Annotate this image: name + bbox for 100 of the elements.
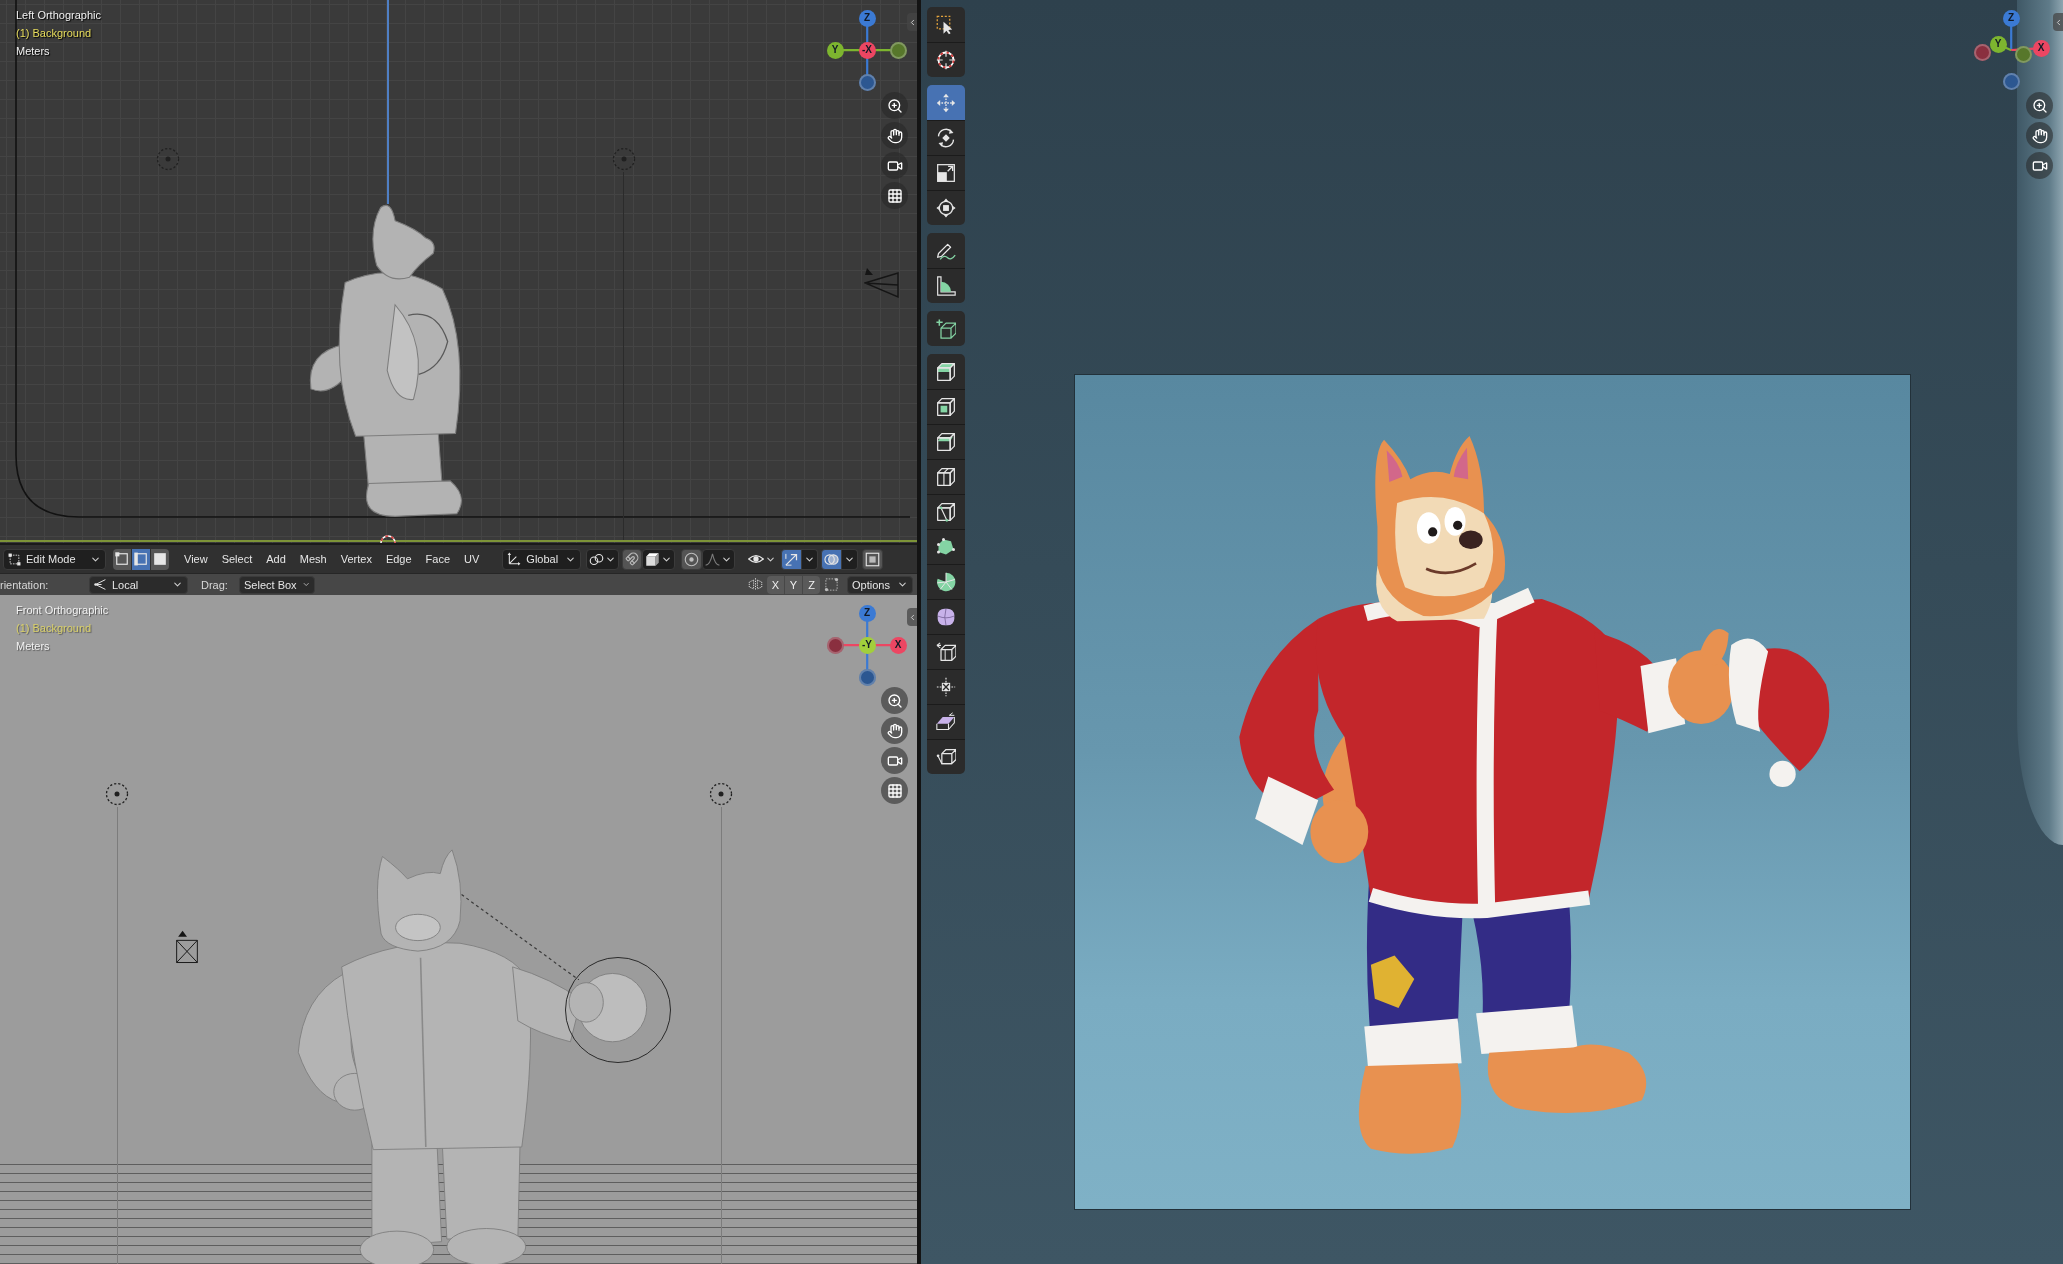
header-toggle-button[interactable] bbox=[781, 548, 803, 570]
axis-ball[interactable]: Z bbox=[858, 604, 876, 622]
camera-view-button[interactable] bbox=[881, 747, 908, 774]
grid-icon bbox=[886, 187, 903, 204]
navigation-gizmo[interactable]: Z Y -X bbox=[826, 9, 908, 91]
sidebar-toggle-button[interactable] bbox=[2053, 13, 2063, 31]
axis-ball[interactable] bbox=[889, 41, 907, 59]
magnet-icon bbox=[625, 552, 640, 566]
axis-ball[interactable] bbox=[858, 73, 876, 91]
header-toggle-button[interactable] bbox=[702, 548, 736, 570]
tool-button[interactable] bbox=[927, 354, 965, 389]
navigation-gizmo[interactable]: Z Y X bbox=[1973, 9, 2050, 91]
axis-ball[interactable]: X bbox=[889, 636, 907, 654]
grid-view-button[interactable] bbox=[881, 182, 908, 209]
magnifier-plus-icon bbox=[2031, 97, 2048, 114]
mode-dropdown[interactable]: Edit Mode bbox=[3, 548, 106, 570]
axis-ball[interactable] bbox=[826, 636, 844, 654]
grid-view-button[interactable] bbox=[881, 777, 908, 804]
linked-rings-icon bbox=[589, 551, 605, 567]
axis-toggle-button[interactable]: X bbox=[767, 575, 784, 594]
axis-ball[interactable]: -Y bbox=[858, 636, 876, 654]
select-mode-button[interactable] bbox=[151, 548, 169, 570]
beveled-cube-icon bbox=[936, 432, 956, 452]
scale-squares-icon bbox=[936, 163, 956, 183]
axis-ball[interactable] bbox=[2002, 72, 2020, 90]
axis-ball[interactable] bbox=[858, 668, 876, 686]
menu-item[interactable]: UV bbox=[457, 548, 487, 570]
tool-button[interactable] bbox=[927, 669, 965, 704]
pan-button[interactable] bbox=[881, 122, 908, 149]
zoom-button[interactable] bbox=[881, 92, 908, 119]
tool-button[interactable] bbox=[927, 529, 965, 564]
orientation-dropdown[interactable]: Local bbox=[89, 575, 188, 594]
chevron-down-icon bbox=[172, 579, 183, 590]
tool-button[interactable] bbox=[927, 268, 965, 303]
orientation-dropdown[interactable]: Global bbox=[502, 548, 582, 570]
menu-item[interactable]: Add bbox=[259, 548, 293, 570]
tool-button[interactable] bbox=[927, 459, 965, 494]
axis-ball[interactable]: Y bbox=[826, 41, 844, 59]
field-label: Drag: bbox=[201, 578, 229, 591]
circle-square-arrows-icon bbox=[936, 198, 956, 218]
select-mode-button[interactable] bbox=[132, 548, 150, 570]
magnifier-plus-icon bbox=[886, 692, 903, 709]
menu-item[interactable]: Face bbox=[418, 548, 458, 570]
tool-button[interactable] bbox=[927, 494, 965, 529]
grid-icon bbox=[886, 782, 903, 799]
pan-button[interactable] bbox=[2026, 122, 2053, 149]
slanted-block-icon bbox=[936, 712, 956, 732]
tool-button[interactable] bbox=[927, 634, 965, 669]
tool-button[interactable] bbox=[927, 311, 965, 346]
header-toggle-button[interactable] bbox=[622, 548, 643, 570]
tool-button[interactable] bbox=[927, 424, 965, 459]
axis-toggle-button[interactable]: Z bbox=[803, 575, 820, 594]
light-marker-icon bbox=[156, 147, 180, 171]
menu-item[interactable]: Edge bbox=[378, 548, 419, 570]
axis-ball[interactable]: Z bbox=[2002, 9, 2020, 27]
tool-button[interactable] bbox=[927, 233, 965, 268]
header-toggle-button[interactable] bbox=[862, 548, 884, 570]
axis-ball[interactable]: Z bbox=[858, 9, 876, 27]
zoom-button[interactable] bbox=[881, 687, 908, 714]
header-toggle-button[interactable] bbox=[642, 548, 676, 570]
inset-face-cube-icon bbox=[936, 397, 956, 417]
axis-ball[interactable]: -X bbox=[858, 41, 876, 59]
sidebar-toggle-button[interactable] bbox=[907, 608, 917, 626]
tool-button[interactable] bbox=[927, 704, 965, 739]
menu-item[interactable]: Vertex bbox=[333, 548, 379, 570]
four-arrows-icon bbox=[936, 92, 956, 113]
tool-button[interactable] bbox=[927, 739, 965, 774]
zoom-button[interactable] bbox=[2026, 92, 2053, 119]
tool-button[interactable] bbox=[927, 120, 965, 155]
axis-ball[interactable]: Y bbox=[1989, 35, 2007, 53]
camera-view-button[interactable] bbox=[2026, 152, 2053, 179]
view-name-label: Front Orthographic bbox=[16, 603, 109, 617]
select-mode-button[interactable] bbox=[113, 548, 131, 570]
plus-cube-icon bbox=[936, 318, 956, 339]
tool-button[interactable] bbox=[927, 7, 965, 42]
tool-button[interactable] bbox=[927, 389, 965, 424]
tool-button[interactable] bbox=[927, 190, 965, 225]
axis-toggle-button[interactable]: Y bbox=[785, 575, 802, 594]
dropdown-arrow-button[interactable] bbox=[842, 548, 859, 570]
header-toggle-button[interactable] bbox=[586, 548, 620, 570]
tool-button[interactable] bbox=[927, 42, 965, 77]
units-label: Meters bbox=[16, 639, 51, 653]
camera-view-button[interactable] bbox=[881, 152, 908, 179]
header-toggle-button[interactable] bbox=[681, 548, 703, 570]
tool-button[interactable] bbox=[927, 155, 965, 190]
pan-button[interactable] bbox=[881, 717, 908, 744]
menu-item[interactable]: Mesh bbox=[292, 548, 334, 570]
menu-item[interactable]: View bbox=[177, 548, 215, 570]
header-toggle-button[interactable] bbox=[821, 548, 843, 570]
loop-cut-cube-icon bbox=[936, 467, 956, 487]
tool-button[interactable] bbox=[927, 599, 965, 634]
options-dropdown[interactable]: Options bbox=[847, 575, 913, 594]
drag-dropdown[interactable]: Select Box bbox=[239, 575, 315, 594]
navigation-gizmo[interactable]: Z -Y X bbox=[826, 604, 908, 686]
dashed-square-icon bbox=[824, 577, 839, 592]
tool-button[interactable] bbox=[927, 564, 965, 599]
units-label: Meters bbox=[16, 44, 51, 58]
dropdown-arrow-button[interactable] bbox=[802, 548, 819, 570]
menu-item[interactable]: Select bbox=[214, 548, 260, 570]
sidebar-toggle-button[interactable] bbox=[907, 13, 917, 31]
